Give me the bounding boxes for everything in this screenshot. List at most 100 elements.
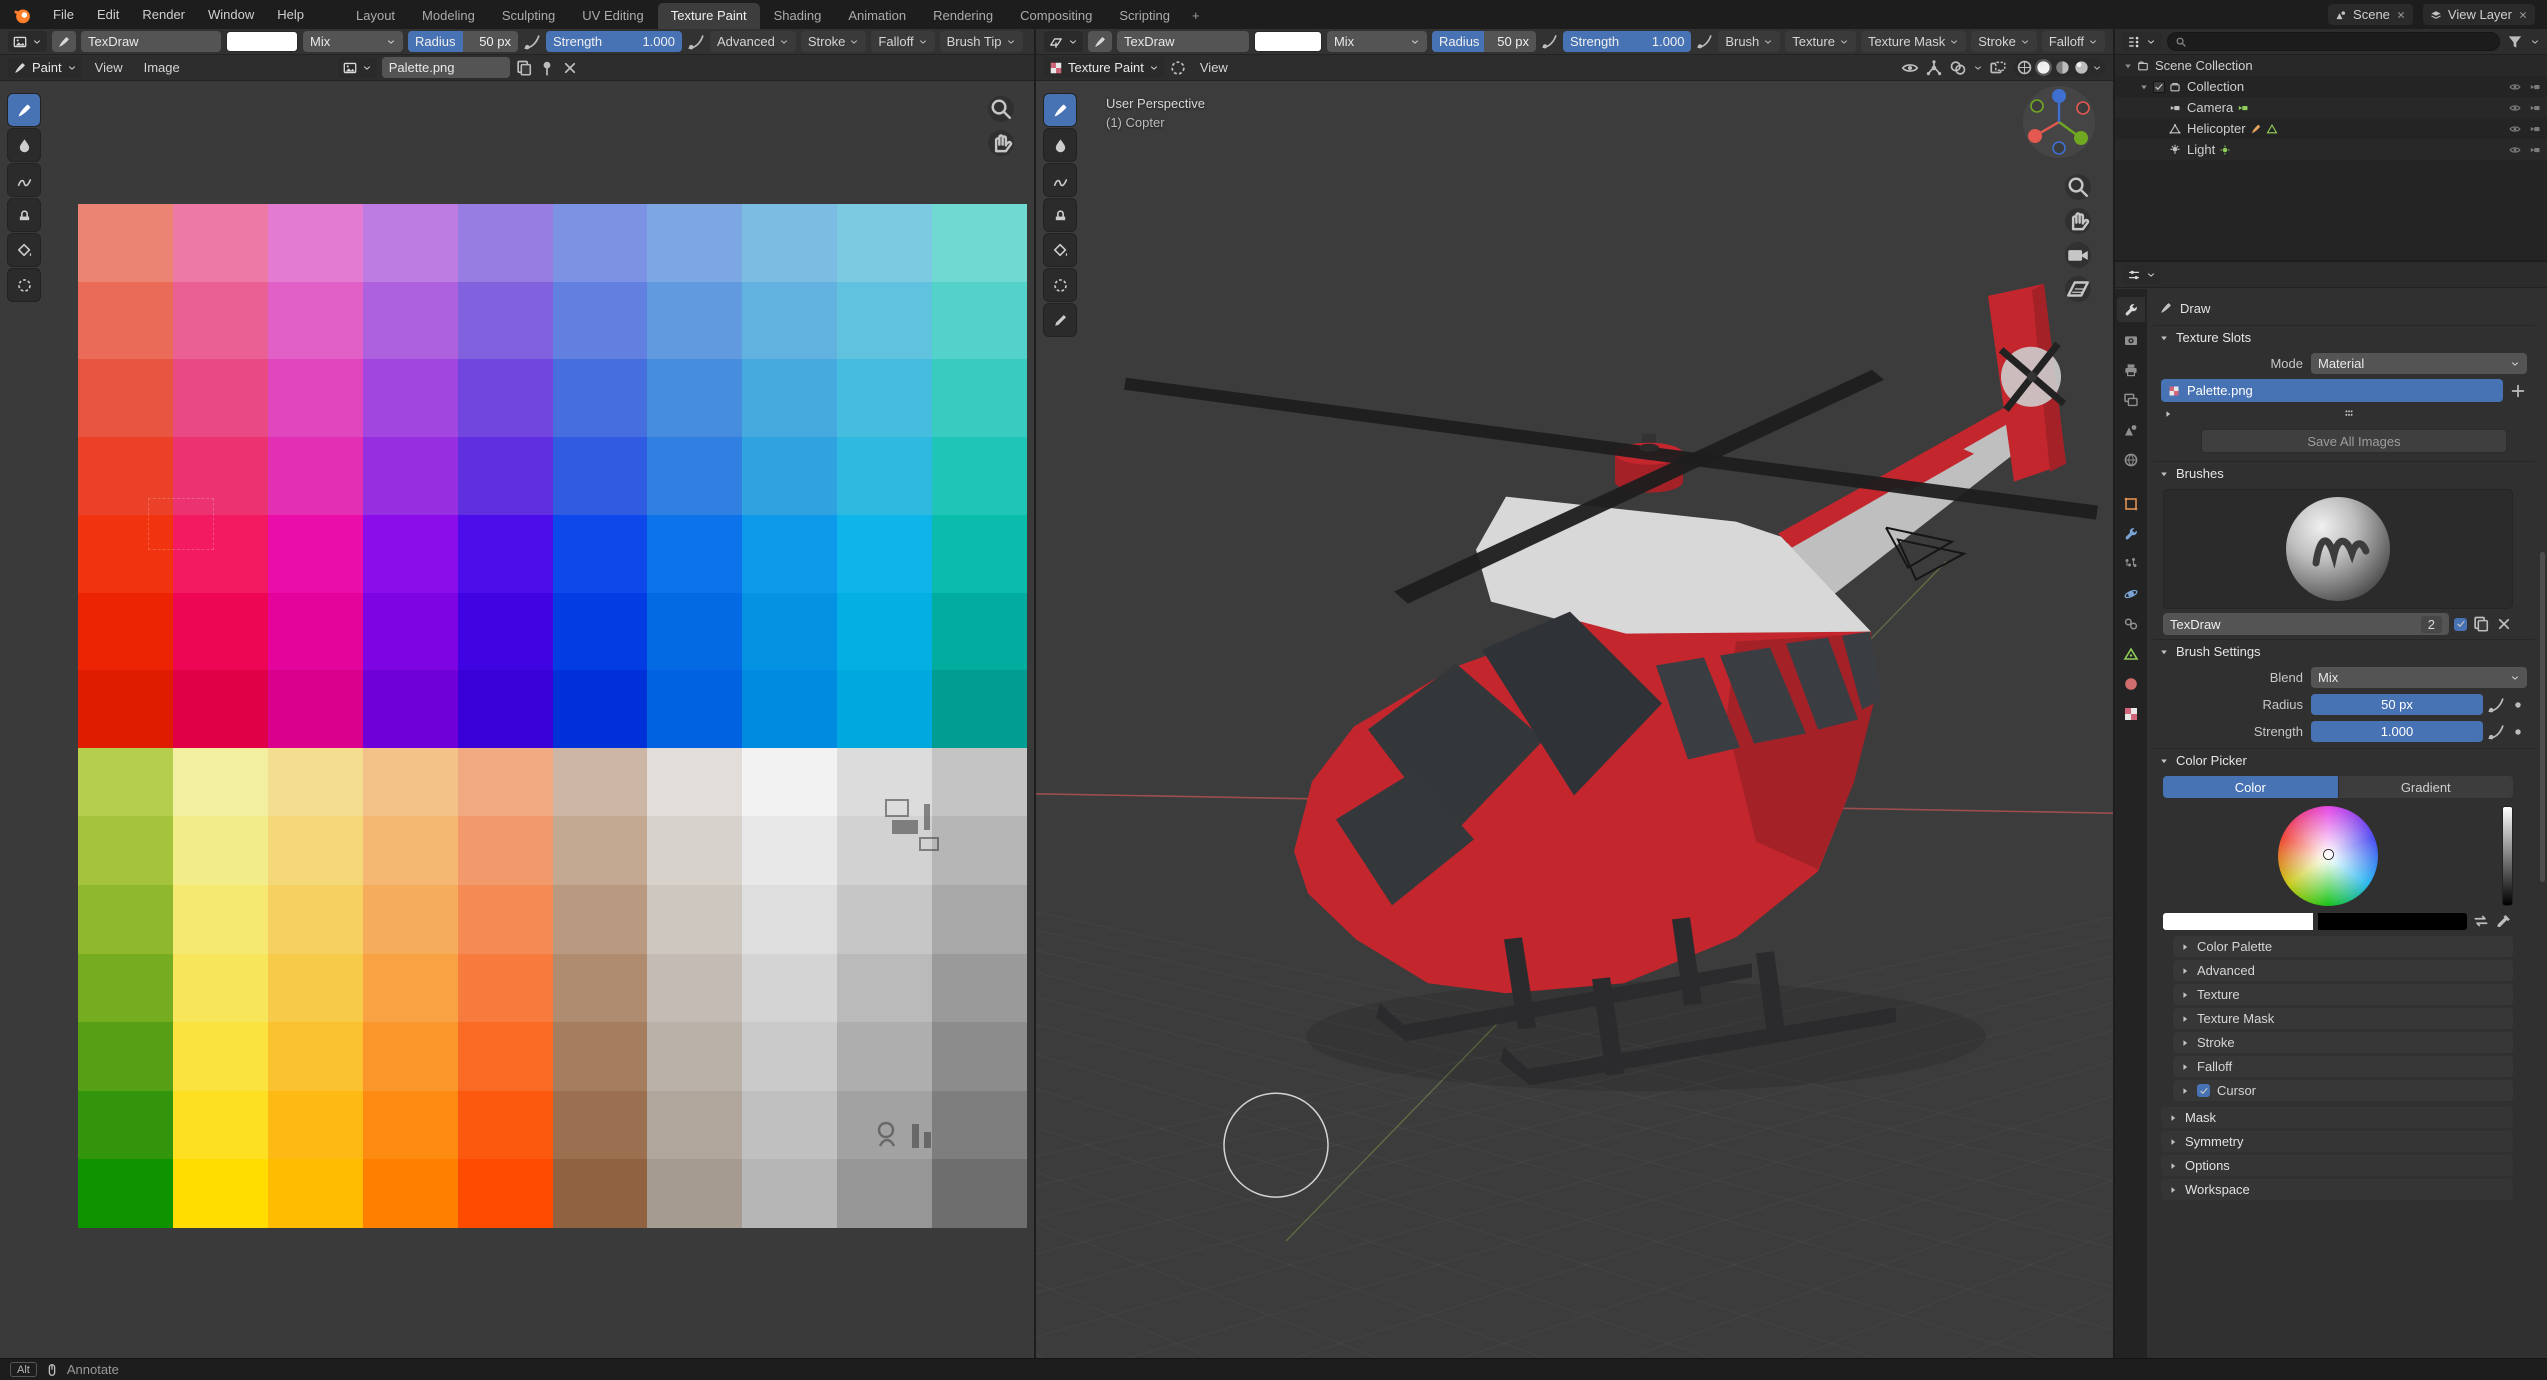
filter-icon[interactable] <box>2506 33 2524 51</box>
workspace-tab-uv-editing[interactable]: UV Editing <box>569 3 656 29</box>
strength-slider[interactable]: 1.000 <box>2311 721 2483 742</box>
unlink-brush-button[interactable] <box>2495 615 2513 633</box>
shading-wireframe-icon[interactable] <box>2016 59 2033 76</box>
disclosure-icon[interactable] <box>2139 82 2149 92</box>
image-name-field[interactable]: Palette.png <box>382 57 510 78</box>
brush-datablock-button[interactable] <box>52 31 76 52</box>
palette-cell[interactable] <box>363 515 458 593</box>
palette-cell[interactable] <box>78 359 173 437</box>
palette-cell[interactable] <box>363 282 458 360</box>
navigation-gizmo[interactable] <box>2021 84 2097 160</box>
tool-smear[interactable] <box>8 164 40 196</box>
properties-tab-data[interactable] <box>2117 641 2145 666</box>
outliner-item-camera[interactable]: Camera <box>2115 97 2547 118</box>
radius-slider[interactable]: Radius 50 px <box>408 31 518 52</box>
palette-cell[interactable] <box>837 204 932 282</box>
palette-cell[interactable] <box>553 954 648 1023</box>
blend-dropdown[interactable]: Mix <box>2311 667 2527 688</box>
tool-soften[interactable] <box>8 129 40 161</box>
menu-help[interactable]: Help <box>266 3 315 26</box>
panel-color-picker[interactable]: Color Picker <box>2153 748 2535 772</box>
palette-cell[interactable] <box>78 954 173 1023</box>
properties-tab-world[interactable] <box>2117 447 2145 472</box>
radius-slider[interactable]: Radius 50 px <box>1432 31 1536 52</box>
tool-clone[interactable] <box>1044 199 1076 231</box>
add-workspace-button[interactable]: + <box>1184 3 1208 29</box>
menu-window[interactable]: Window <box>197 3 265 26</box>
radius-pressure-toggle[interactable] <box>1541 33 1558 51</box>
palette-cell[interactable] <box>837 593 932 671</box>
palette-cell[interactable] <box>173 816 268 885</box>
scene-selector[interactable]: Scene <box>2328 4 2413 25</box>
workspace-tab-animation[interactable]: Animation <box>835 3 919 29</box>
palette-cell[interactable] <box>363 670 458 748</box>
primary-color-swatch[interactable] <box>2163 913 2313 930</box>
palette-cell[interactable] <box>837 359 932 437</box>
palette-cell[interactable] <box>742 282 837 360</box>
palette-cell[interactable] <box>78 1022 173 1091</box>
palette-cell[interactable] <box>742 748 837 817</box>
editor-type-button[interactable] <box>1044 31 1083 52</box>
unlink-image-button[interactable] <box>561 59 579 77</box>
perspective-toggle-icon[interactable] <box>2065 276 2091 302</box>
palette-cell[interactable] <box>458 954 553 1023</box>
editor-type-button[interactable] <box>2122 32 2161 51</box>
tool-smear[interactable] <box>1044 164 1076 196</box>
panel-options[interactable]: Options <box>2161 1155 2513 1176</box>
palette-cell[interactable] <box>837 1022 932 1091</box>
add-texture-slot-button[interactable] <box>2509 382 2527 400</box>
outliner-item-scene-collection[interactable]: Scene Collection <box>2115 55 2547 76</box>
hide-viewport-icon[interactable] <box>2509 144 2521 156</box>
palette-cell[interactable] <box>458 670 553 748</box>
pin-image-button[interactable] <box>538 59 556 77</box>
palette-cell[interactable] <box>173 282 268 360</box>
palette-cell[interactable] <box>268 816 363 885</box>
viewport-canvas[interactable]: User Perspective (1) Copter <box>1036 82 2113 1358</box>
collection-checkbox[interactable] <box>2153 81 2165 93</box>
menu-render[interactable]: Render <box>131 3 196 26</box>
color-wheel[interactable] <box>2278 806 2378 906</box>
user-count-badge[interactable]: 2 <box>2421 616 2442 633</box>
color-tab[interactable]: Color <box>2163 776 2338 798</box>
popover-brush[interactable]: Brush <box>1718 31 1780 52</box>
palette-cell[interactable] <box>268 437 363 515</box>
gizmos-toggle-icon[interactable] <box>1925 59 1943 77</box>
palette-cell[interactable] <box>553 1159 648 1228</box>
panel-brushes[interactable]: Brushes <box>2153 461 2535 485</box>
tool-draw[interactable] <box>1044 94 1076 126</box>
palette-cell[interactable] <box>78 282 173 360</box>
popover-falloff[interactable]: Falloff <box>871 31 934 52</box>
hide-viewport-icon[interactable] <box>2509 102 2521 114</box>
palette-cell[interactable] <box>647 593 742 671</box>
palette-cell[interactable] <box>647 670 742 748</box>
palette-cell[interactable] <box>458 1159 553 1228</box>
properties-tab-render[interactable] <box>2117 327 2145 352</box>
palette-cell[interactable] <box>742 1091 837 1160</box>
shading-solid-icon[interactable] <box>2035 59 2052 76</box>
palette-cell[interactable] <box>363 816 458 885</box>
palette-cell[interactable] <box>173 204 268 282</box>
palette-cell[interactable] <box>647 282 742 360</box>
palette-cell[interactable] <box>268 593 363 671</box>
fake-user-toggle[interactable] <box>2454 618 2467 631</box>
palette-cell[interactable] <box>458 359 553 437</box>
palette-cell[interactable] <box>932 204 1027 282</box>
slot-expand-row[interactable] <box>2153 405 2535 423</box>
palette-cell[interactable] <box>932 885 1027 954</box>
disable-render-icon[interactable] <box>2529 81 2541 93</box>
zoom-icon[interactable] <box>988 96 1014 122</box>
menu-file[interactable]: File <box>42 3 85 26</box>
tool-annotate[interactable] <box>1044 304 1076 336</box>
strength-slider[interactable]: Strength 1.000 <box>546 31 682 52</box>
camera-view-icon[interactable] <box>2065 242 2091 268</box>
outliner-search[interactable] <box>2167 32 2500 51</box>
palette-cell[interactable] <box>553 670 648 748</box>
palette-cell[interactable] <box>647 359 742 437</box>
pan-icon[interactable] <box>2065 208 2091 234</box>
palette-cell[interactable] <box>742 954 837 1023</box>
menu-view[interactable]: View <box>87 57 131 78</box>
strength-pressure-toggle[interactable] <box>1696 33 1713 51</box>
palette-cell[interactable] <box>363 1022 458 1091</box>
palette-cell[interactable] <box>742 670 837 748</box>
radius-slider[interactable]: 50 px <box>2311 694 2483 715</box>
